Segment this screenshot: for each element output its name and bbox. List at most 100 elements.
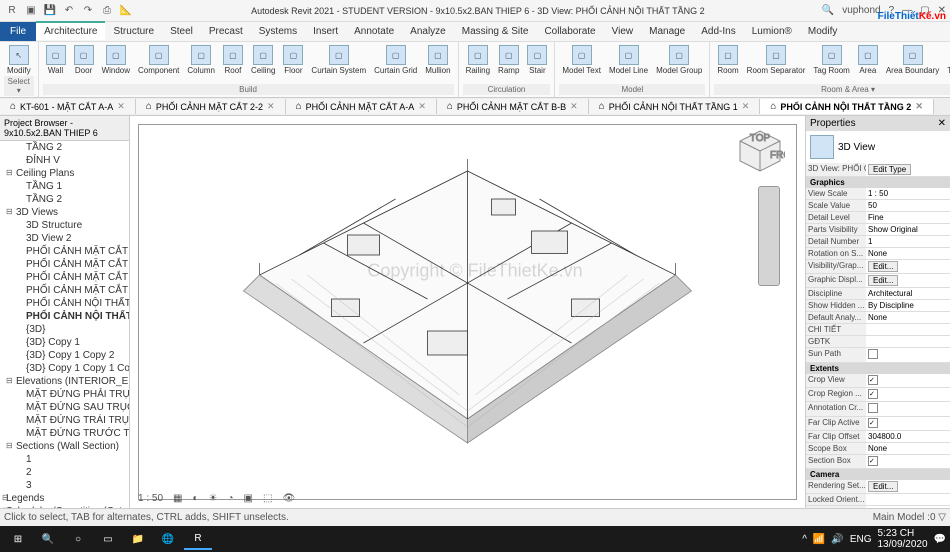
view-cube[interactable]: TOPFRONT	[735, 126, 785, 176]
tree-item[interactable]: MẶT ĐỨNG TRÁI TRỤC 1-6	[0, 414, 129, 427]
close-tab-icon[interactable]: ✕	[570, 101, 578, 112]
navigation-bar[interactable]	[758, 186, 780, 286]
prop-value[interactable]: None	[866, 443, 950, 454]
start-button[interactable]: ⊞	[4, 528, 32, 550]
stair-button[interactable]: ▢Stair	[524, 44, 550, 76]
prop-value[interactable]	[866, 494, 950, 505]
tree-item[interactable]: PHỐI CẢNH MẶT CẮT 2-2	[0, 258, 129, 271]
crop-icon[interactable]: ⬚	[259, 491, 276, 506]
door-button[interactable]: ▢Door	[71, 44, 97, 76]
ribbon-tab-insert[interactable]: Insert	[305, 23, 346, 40]
tree-item[interactable]: Elevations (INTERIOR_ELEVATION)	[0, 375, 129, 388]
edit-type-button[interactable]: Edit Type	[868, 164, 911, 175]
tree-item[interactable]: {3D} Copy 1 Copy 1 Copy 1	[0, 362, 129, 375]
ribbon-tab-lumion[interactable]: Lumion®	[744, 23, 800, 40]
prop-value[interactable]	[866, 348, 950, 362]
prop-value[interactable]: Show Original	[866, 224, 950, 235]
ribbon-tab-collaborate[interactable]: Collaborate	[536, 23, 603, 40]
prop-value[interactable]: Edit...	[866, 274, 950, 287]
roomseparator-button[interactable]: ▢Room Separator	[744, 44, 809, 76]
prop-value[interactable]: Edit...	[866, 260, 950, 273]
tree-item[interactable]: 1	[0, 453, 129, 466]
doc-tab[interactable]: ⌂PHỐI CẢNH MẶT CẮT A-A✕	[286, 99, 437, 114]
viewport-3d[interactable]: TOPFRONT 1 : 50 ▦ ◐ ☀ ◔ ▣ ⬚ 👁	[130, 116, 805, 508]
checkbox[interactable]	[868, 418, 878, 428]
close-tab-icon[interactable]: ✕	[418, 101, 426, 112]
task-view-icon[interactable]: ▭	[94, 528, 122, 550]
checkbox[interactable]	[868, 389, 878, 399]
ribbon-tab-precast[interactable]: Precast	[201, 23, 251, 40]
tree-item[interactable]: {3D} Copy 1	[0, 336, 129, 349]
tree-item[interactable]: PHỐI CẢNH MẶT CẮT 1-1	[0, 245, 129, 258]
doc-tab[interactable]: ⌂KT-601 - MẶT CẮT A-A✕	[0, 99, 136, 114]
shadows-icon[interactable]: ◔	[224, 491, 238, 506]
sun-path-icon[interactable]: ☀	[205, 491, 222, 506]
revit-taskbar-icon[interactable]: R	[184, 528, 212, 550]
prop-value[interactable]: 1 : 50	[866, 188, 950, 199]
tree-item[interactable]: PHỐI CẢNH NỘI THẤT TẦNG 1	[0, 297, 129, 310]
prop-value[interactable]: Orthographic	[866, 506, 950, 508]
close-tab-icon[interactable]: ✕	[117, 101, 125, 112]
modeltext-button[interactable]: ▢Model Text	[559, 44, 604, 76]
properties-panel[interactable]: Properties ✕ 3D View 3D View: PHỐI CẢNH▾…	[805, 116, 950, 508]
prop-section-header[interactable]: Graphics	[806, 177, 950, 188]
prop-value[interactable]	[866, 388, 950, 401]
tree-item[interactable]: 3D View 2	[0, 232, 129, 245]
doc-tab[interactable]: ⌂PHỐI CẢNH MẶT CẮT B-B✕	[437, 99, 589, 114]
main-model-selector[interactable]: Main Model	[873, 512, 925, 523]
prop-value[interactable]: None	[866, 312, 950, 323]
tree-item[interactable]: {3D} Copy 1 Copy 2	[0, 349, 129, 362]
prop-value[interactable]: 1	[866, 236, 950, 247]
tree-item[interactable]: ĐỈNH V	[0, 154, 129, 167]
ribbon-tab-view[interactable]: View	[604, 23, 642, 40]
modelgroup-button[interactable]: ▢Model Group	[653, 44, 705, 76]
prop-value[interactable]: By Discipline	[866, 300, 950, 311]
component-button[interactable]: ▢Component	[135, 44, 182, 76]
print-icon[interactable]: ⎙	[99, 3, 115, 19]
tree-item[interactable]: Sections (Wall Section)	[0, 440, 129, 453]
window-button[interactable]: ▢Window	[99, 44, 133, 76]
ribbon-tab-modify[interactable]: Modify	[800, 23, 845, 40]
tree-item[interactable]: MẶT ĐỨNG SAU TRỤC A-B	[0, 401, 129, 414]
edit-button[interactable]: Edit...	[868, 261, 898, 272]
project-browser[interactable]: Project Browser - 9x10.5x2.BAN THIEP 6 T…	[0, 116, 130, 508]
panel-room-title[interactable]: Room & Area ▾	[714, 84, 950, 95]
prop-section-header[interactable]: Camera	[806, 469, 950, 480]
edit-button[interactable]: Edit...	[868, 275, 898, 286]
close-tab-icon[interactable]: ✕	[267, 101, 275, 112]
search-prompt[interactable]: 🔍	[822, 5, 834, 16]
tree-item[interactable]: MẶT ĐỨNG TRƯỚC TRỤC B-A	[0, 427, 129, 440]
tree-item[interactable]: PHỐI CẢNH MẶT CẮT B-B	[0, 284, 129, 297]
wall-button[interactable]: ▢Wall	[43, 44, 69, 76]
floor-button[interactable]: ▢Floor	[280, 44, 306, 76]
areaboundary-button[interactable]: ▢Area Boundary	[883, 44, 942, 76]
room-button[interactable]: ▢Room	[714, 44, 741, 76]
area-button[interactable]: ▢Area	[855, 44, 881, 76]
search-taskbar-icon[interactable]: 🔍	[34, 528, 62, 550]
modify-button[interactable]: ↖ Modify	[4, 44, 34, 76]
tree-item[interactable]: Schedules/Quantities (Category_RCVN)	[0, 505, 129, 508]
volume-icon[interactable]: 🔊	[831, 534, 843, 545]
scale-display[interactable]: 1 : 50	[134, 491, 167, 506]
rendering-icon[interactable]: ▣	[240, 491, 257, 506]
tree-item[interactable]: TẦNG 2	[0, 141, 129, 154]
tree-item[interactable]: 3D Views	[0, 206, 129, 219]
tree-item[interactable]: 2	[0, 466, 129, 479]
prop-value[interactable]: Fine	[866, 212, 950, 223]
curtainsystem-button[interactable]: ▢Curtain System	[308, 44, 369, 76]
tree-item[interactable]: PHỐI CẢNH NỘI THẤT TẦNG 2	[0, 310, 129, 323]
explorer-icon[interactable]: 📁	[124, 528, 152, 550]
ribbon-tab-manage[interactable]: Manage	[641, 23, 693, 40]
prop-value[interactable]	[866, 336, 950, 347]
prop-value[interactable]	[866, 324, 950, 335]
redo-icon[interactable]: ↷	[80, 3, 96, 19]
clock[interactable]: 5:23 CH13/09/2020	[877, 528, 927, 550]
prop-value[interactable]	[866, 374, 950, 387]
checkbox[interactable]	[868, 403, 878, 413]
railing-button[interactable]: ▢Railing	[463, 44, 493, 76]
close-tab-icon[interactable]: ✕	[742, 101, 750, 112]
ribbon-tab-massingsite[interactable]: Massing & Site	[454, 23, 537, 40]
doc-tab[interactable]: ⌂PHỐI CẢNH MẶT CẮT 2-2✕	[136, 99, 286, 114]
prop-value[interactable]: None	[866, 248, 950, 259]
tree-item[interactable]: Legends	[0, 492, 129, 505]
